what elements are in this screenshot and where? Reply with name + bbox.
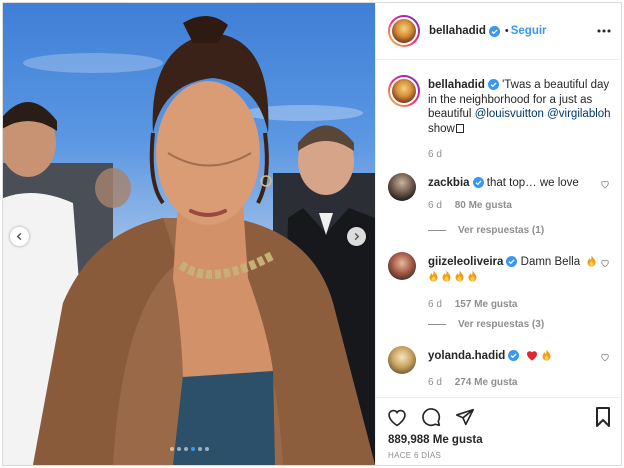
view-replies-label: Ver respuestas (1) (458, 225, 545, 236)
carousel-dot (204, 447, 209, 451)
fire-emoji (441, 270, 452, 282)
author-avatar-ring[interactable] (388, 15, 420, 47)
photo-illustration (3, 15, 375, 465)
instagram-post-modal: bellahadid • Seguir bellahadid 'Twas a b… (2, 2, 622, 466)
comment-time: 6 d (428, 299, 442, 310)
author-username[interactable]: bellahadid (429, 25, 486, 37)
commenter-avatar[interactable] (388, 346, 416, 374)
heart-icon[interactable] (600, 258, 610, 271)
view-replies-label: Ver respuestas (3) (458, 319, 545, 330)
fire-emoji (586, 255, 597, 267)
caption-username[interactable]: bellahadid (428, 79, 485, 91)
comment-yolanda-hadid: yolanda.hadid 6 d 274 Me gusta (388, 346, 616, 391)
fire-emoji (428, 270, 439, 282)
carousel-dot (197, 447, 202, 451)
avatar (388, 346, 416, 374)
commenter-avatar[interactable] (388, 252, 416, 280)
bookmark-icon[interactable] (592, 406, 614, 428)
mention-louisvuitton[interactable]: @louisvuitton (475, 108, 544, 120)
follow-button[interactable]: Seguir (511, 25, 547, 37)
carousel-dot (176, 447, 181, 451)
avatar (390, 17, 418, 45)
caption: bellahadid 'Twas a beautiful day in the … (388, 75, 616, 165)
red-heart-emoji (526, 350, 538, 366)
heart-icon[interactable] (600, 352, 610, 365)
view-replies-button[interactable]: Ver respuestas (3) (428, 319, 544, 330)
post-photo[interactable] (3, 3, 375, 465)
carousel-dot (190, 447, 195, 451)
fire-emoji (467, 270, 478, 282)
comment-meta: 6 d 157 Me gusta (428, 298, 612, 313)
heart-icon[interactable] (600, 179, 610, 192)
view-replies-button[interactable]: Ver respuestas (1) (428, 225, 544, 236)
comment-likes[interactable]: 157 Me gusta (455, 299, 518, 310)
comments-list[interactable]: bellahadid 'Twas a beautiful day in the … (376, 61, 621, 396)
comment-zackbia: zackbia that top… we love 6 d 80 Me gust… (388, 173, 616, 213)
carousel-dot (183, 447, 188, 451)
verified-icon (472, 177, 484, 188)
comment-meta: 6 d 80 Me gusta (428, 199, 612, 214)
more-options-icon[interactable] (597, 24, 611, 36)
chevron-left-icon (16, 232, 22, 241)
comment-username[interactable]: yolanda.hadid (428, 350, 505, 362)
caption-avatar-ring[interactable] (388, 75, 420, 107)
caption-time: 6 d (428, 149, 442, 160)
share-icon[interactable] (454, 406, 476, 428)
comment-username[interactable]: zackbia (428, 177, 470, 189)
chevron-right-icon (354, 232, 360, 241)
next-photo-button[interactable] (347, 227, 366, 246)
like-count[interactable]: 889,988 Me gusta (388, 434, 483, 446)
comment-likes[interactable]: 80 Me gusta (455, 200, 512, 211)
caption-meta: 6 d (428, 148, 612, 163)
avatar (388, 173, 416, 201)
verified-icon (488, 25, 500, 37)
comment-meta: 6 d 274 Me gusta (428, 376, 612, 391)
carousel-dot (169, 447, 174, 451)
comment-likes[interactable]: 274 Me gusta (455, 377, 518, 388)
carousel-indicators (3, 447, 375, 451)
avatar (390, 77, 418, 105)
verified-icon (487, 79, 499, 90)
fire-emoji (541, 349, 552, 361)
post-header: bellahadid • Seguir (376, 3, 621, 60)
post-actions: 889,988 Me gusta HACE 6 DÍAS (376, 397, 621, 465)
post-timestamp[interactable]: HACE 6 DÍAS (388, 451, 441, 460)
mention-virgilabloh[interactable]: @virgilabloh (547, 108, 610, 120)
caption-text-end: show (428, 122, 455, 135)
post-sidebar: bellahadid • Seguir bellahadid 'Twas a b… (375, 3, 621, 465)
comment-username[interactable]: giizeleoliveira (428, 256, 503, 268)
box-glyph-icon (455, 123, 464, 133)
comment-text: Damn Bella (520, 256, 581, 268)
comment-time: 6 d (428, 376, 442, 388)
separator-dot: • (504, 25, 509, 37)
comment-text: that top… we love (486, 177, 579, 189)
fire-emoji (454, 270, 465, 282)
verified-icon (508, 350, 520, 361)
verified-icon (506, 256, 518, 267)
avatar (388, 252, 416, 280)
comment-giizeleoliveira: giizeleoliveira Damn Bella 6 d 157 Me gu… (388, 252, 616, 312)
previous-photo-button[interactable] (10, 227, 29, 246)
commenter-avatar[interactable] (388, 173, 416, 201)
comment-time: 6 d (428, 199, 442, 211)
heart-icon[interactable] (386, 406, 408, 428)
comment-icon[interactable] (420, 406, 442, 428)
